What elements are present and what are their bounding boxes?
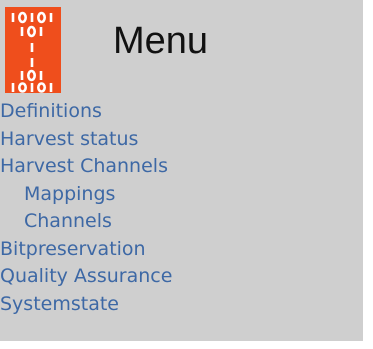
menu-item-harvest-status[interactable]: Harvest status bbox=[0, 126, 363, 154]
menu-header bbox=[5, 7, 61, 93]
menu-item-quality-assurance[interactable]: Quality Assurance bbox=[0, 263, 363, 291]
menu-item-harvest-channels[interactable]: Harvest Channels bbox=[0, 153, 363, 181]
menu-item-systemstate[interactable]: Systemstate bbox=[0, 291, 363, 319]
binary-digits-logo-graphic bbox=[11, 11, 53, 93]
menu-item-channels[interactable]: Channels bbox=[0, 208, 363, 236]
menu-title: Menu bbox=[113, 20, 209, 62]
menu-item-mappings[interactable]: Mappings bbox=[0, 181, 363, 209]
menu-list: Definitions Harvest status Harvest Chann… bbox=[0, 98, 363, 318]
menu-panel: Menu Definitions Harvest status Harvest … bbox=[0, 0, 365, 343]
menu-item-definitions[interactable]: Definitions bbox=[0, 98, 363, 126]
menu-item-bitpreservation[interactable]: Bitpreservation bbox=[0, 236, 363, 264]
binary-digits-logo-icon bbox=[5, 7, 61, 93]
